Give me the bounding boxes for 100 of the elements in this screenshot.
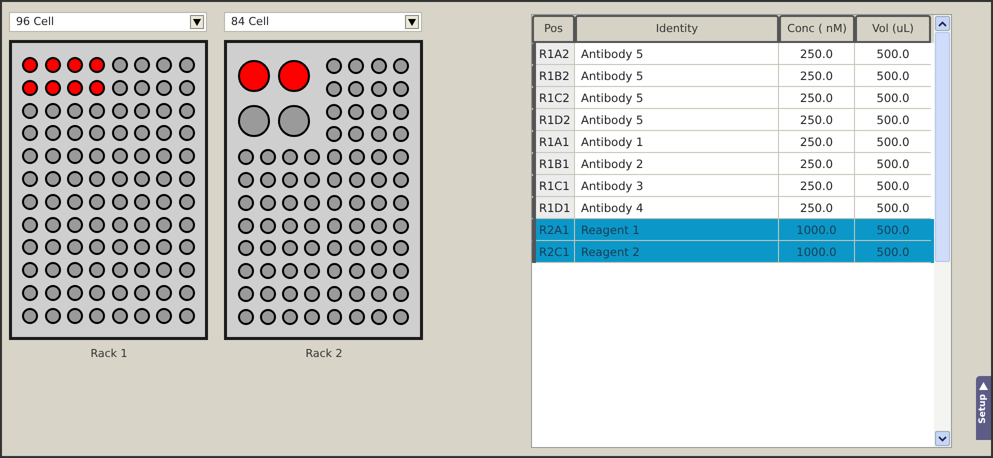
well[interactable] xyxy=(156,308,172,324)
well[interactable] xyxy=(370,126,387,142)
well[interactable] xyxy=(156,262,172,278)
well[interactable] xyxy=(393,263,409,280)
table-row[interactable]: R1B1 Antibody 2 250.0 500.0 xyxy=(532,153,934,175)
well[interactable] xyxy=(370,218,387,234)
well[interactable] xyxy=(178,308,195,324)
well[interactable] xyxy=(393,172,409,188)
table-row[interactable]: R1D2 Antibody 5 250.0 500.0 xyxy=(532,109,934,131)
well[interactable] xyxy=(348,172,365,188)
well[interactable] xyxy=(22,216,38,233)
well[interactable] xyxy=(134,194,150,210)
well[interactable] xyxy=(393,149,409,166)
well[interactable] xyxy=(44,102,61,119)
well[interactable] xyxy=(393,80,409,97)
well[interactable] xyxy=(134,57,150,73)
well[interactable] xyxy=(22,125,38,142)
well[interactable] xyxy=(304,172,320,188)
well[interactable] xyxy=(304,308,320,325)
well[interactable] xyxy=(326,104,342,120)
well[interactable] xyxy=(260,218,276,234)
well[interactable] xyxy=(304,240,320,256)
well[interactable] xyxy=(67,216,84,233)
well[interactable] xyxy=(282,172,298,188)
well[interactable] xyxy=(348,104,364,120)
well[interactable] xyxy=(89,284,106,301)
well[interactable] xyxy=(326,149,342,166)
well[interactable] xyxy=(370,240,387,256)
well[interactable] xyxy=(112,125,128,142)
well[interactable] xyxy=(178,148,195,164)
well[interactable] xyxy=(178,125,195,142)
well[interactable] xyxy=(156,239,172,256)
well[interactable] xyxy=(44,57,61,73)
well[interactable] xyxy=(393,286,409,302)
well[interactable] xyxy=(348,58,364,74)
well[interactable] xyxy=(370,263,387,280)
well[interactable] xyxy=(89,194,106,210)
well[interactable] xyxy=(22,239,38,256)
well[interactable] xyxy=(22,148,38,164)
well[interactable] xyxy=(134,284,150,301)
well[interactable] xyxy=(370,80,387,97)
well[interactable] xyxy=(44,125,61,142)
well[interactable] xyxy=(134,239,150,256)
well[interactable] xyxy=(238,149,254,166)
well[interactable] xyxy=(112,57,128,73)
table-row[interactable]: R2A1 Reagent 1 1000.0 500.0 xyxy=(532,219,934,241)
table-row[interactable]: R1B2 Antibody 5 250.0 500.0 xyxy=(532,65,934,87)
well[interactable] xyxy=(178,216,195,233)
well[interactable] xyxy=(326,194,342,211)
well[interactable] xyxy=(326,58,342,74)
well[interactable] xyxy=(89,216,106,233)
well[interactable] xyxy=(178,170,195,187)
well[interactable] xyxy=(134,308,150,324)
well[interactable] xyxy=(22,308,38,324)
well[interactable] xyxy=(370,194,387,211)
well[interactable] xyxy=(134,262,150,278)
setup-tab[interactable]: Setup xyxy=(976,376,991,440)
well[interactable] xyxy=(156,102,172,119)
well[interactable] xyxy=(156,216,172,233)
well[interactable] xyxy=(260,149,276,166)
table-row[interactable]: R1C2 Antibody 5 250.0 500.0 xyxy=(532,87,934,109)
well[interactable] xyxy=(326,263,342,280)
well[interactable] xyxy=(89,125,106,142)
well[interactable] xyxy=(89,262,106,278)
well[interactable] xyxy=(348,194,365,211)
well[interactable] xyxy=(89,239,106,256)
well[interactable] xyxy=(370,104,387,120)
well[interactable] xyxy=(22,262,38,278)
well[interactable] xyxy=(67,170,84,187)
well[interactable] xyxy=(67,148,84,164)
well[interactable] xyxy=(44,194,61,210)
well[interactable] xyxy=(260,263,276,280)
well[interactable] xyxy=(238,105,270,138)
well[interactable] xyxy=(112,194,128,210)
well[interactable] xyxy=(89,102,106,119)
well[interactable] xyxy=(238,286,254,302)
well[interactable] xyxy=(67,308,84,324)
well[interactable] xyxy=(112,216,128,233)
column-header[interactable]: Vol (uL) xyxy=(855,15,931,43)
well[interactable] xyxy=(156,284,172,301)
well[interactable] xyxy=(112,102,128,119)
table-row[interactable]: R1A2 Antibody 5 250.0 500.0 xyxy=(532,43,934,65)
well[interactable] xyxy=(238,308,254,325)
well[interactable] xyxy=(304,194,320,211)
well[interactable] xyxy=(348,263,365,280)
well[interactable] xyxy=(112,170,128,187)
well[interactable] xyxy=(22,80,38,96)
plate-type-dropdown[interactable]: 96 Cell xyxy=(9,12,207,32)
well[interactable] xyxy=(370,286,387,302)
well[interactable] xyxy=(370,58,387,74)
well[interactable] xyxy=(282,263,298,280)
well[interactable] xyxy=(326,126,342,142)
well[interactable] xyxy=(393,218,409,234)
well[interactable] xyxy=(393,104,409,120)
well[interactable] xyxy=(178,262,195,278)
well[interactable] xyxy=(326,172,342,188)
well[interactable] xyxy=(156,194,172,210)
well[interactable] xyxy=(44,308,61,324)
well[interactable] xyxy=(348,126,364,142)
well[interactable] xyxy=(260,308,276,325)
